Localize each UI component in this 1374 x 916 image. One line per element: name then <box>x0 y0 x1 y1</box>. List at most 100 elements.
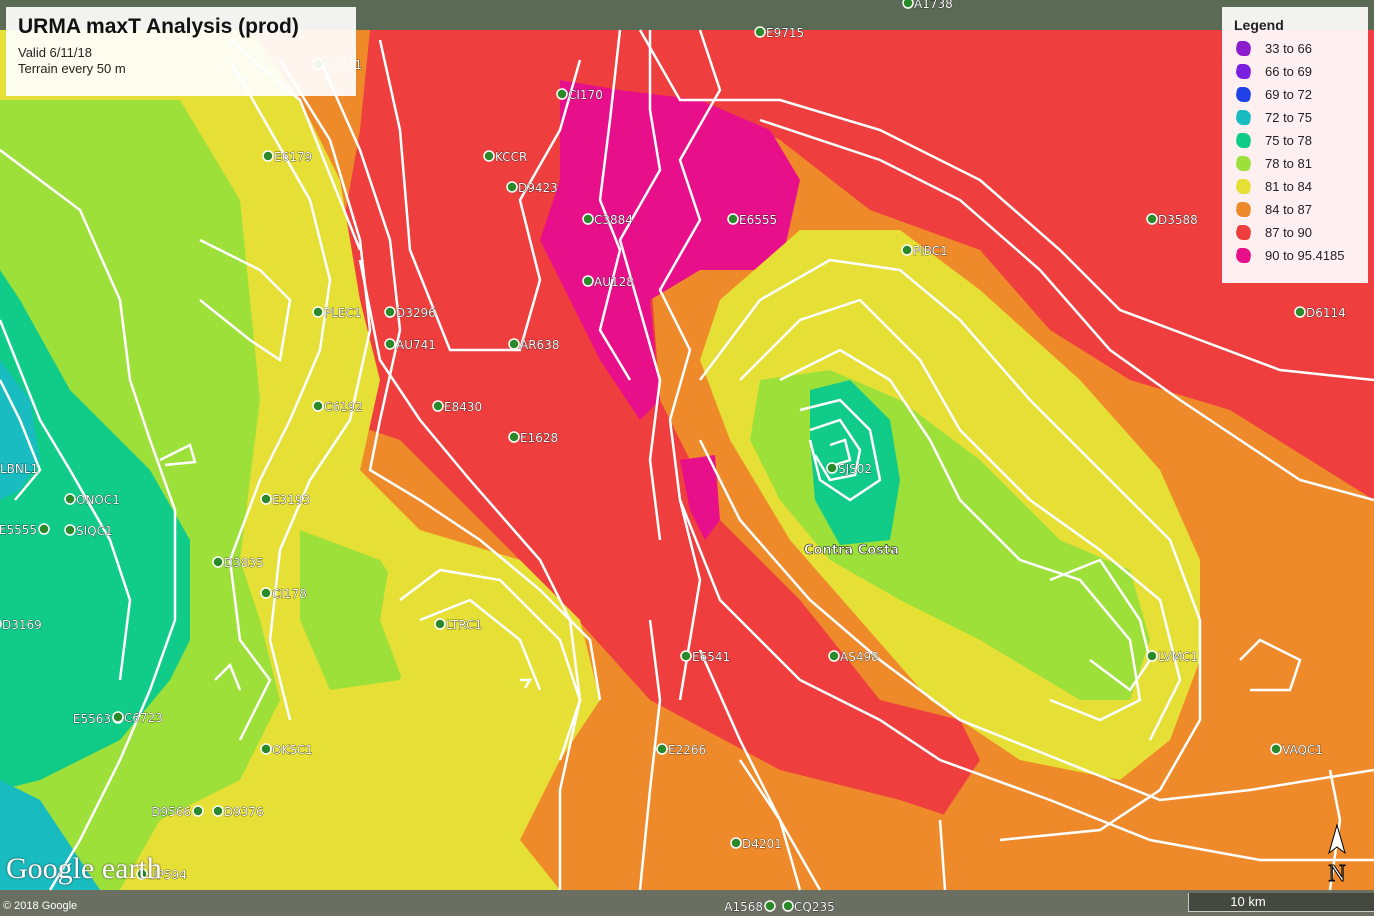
station-label: A1568 <box>724 900 763 914</box>
station-dot-icon[interactable] <box>212 805 224 817</box>
station-label: D6114 <box>1306 306 1346 320</box>
station-dot-icon[interactable] <box>582 213 594 225</box>
valid-date: Valid 6/11/18 <box>18 45 92 60</box>
station-label: AU128 <box>594 275 634 289</box>
station-dot-icon[interactable] <box>260 587 272 599</box>
station-dot-icon[interactable] <box>826 462 838 474</box>
legend-swatch-icon <box>1234 110 1253 125</box>
legend-item: 81 to 84 <box>1228 175 1362 198</box>
station-label: E6541 <box>692 650 730 664</box>
map-canvas[interactable]: E9715A1738E7741CI170E6179KCCRD9423C3884E… <box>0 0 1374 916</box>
legend-label: 66 to 69 <box>1265 64 1312 79</box>
legend-label: 81 to 84 <box>1265 179 1312 194</box>
station-label: D3296 <box>396 306 436 320</box>
station-dot-icon[interactable] <box>112 711 124 723</box>
station-label: LBNL1 <box>0 462 38 476</box>
station-label: LTRC1 <box>446 618 482 632</box>
legend-item: 69 to 72 <box>1228 83 1362 106</box>
station-dot-icon[interactable] <box>902 0 914 9</box>
station-label: CI170 <box>568 88 603 102</box>
station-dot-icon[interactable] <box>384 338 396 350</box>
legend-label: 87 to 90 <box>1265 225 1312 240</box>
legend-item: 72 to 75 <box>1228 106 1362 129</box>
station-dot-icon[interactable] <box>656 743 668 755</box>
station-label: C6192 <box>324 400 363 414</box>
temperature-fill <box>0 30 1374 890</box>
station-dot-icon[interactable] <box>192 805 204 817</box>
legend-label: 75 to 78 <box>1265 133 1312 148</box>
legend-panel: Legend 33 to 66 66 to 69 69 to 72 72 to 75 7… <box>1222 7 1368 283</box>
legend-label: 33 to 66 <box>1265 41 1312 56</box>
station-dot-icon[interactable] <box>901 244 913 256</box>
legend-swatch-icon <box>1234 87 1253 102</box>
station-dot-icon[interactable] <box>262 150 274 162</box>
legend-swatch-icon <box>1234 133 1253 148</box>
legend-label: 84 to 87 <box>1265 202 1312 217</box>
station-dot-icon[interactable] <box>260 743 272 755</box>
station-dot-icon[interactable] <box>1146 213 1158 225</box>
legend-item: 87 to 90 <box>1228 221 1362 244</box>
station-dot-icon[interactable] <box>260 493 272 505</box>
station-dot-icon[interactable] <box>212 556 224 568</box>
station-dot-icon[interactable] <box>64 493 76 505</box>
station-marker[interactable]: D3169 <box>0 618 42 632</box>
station-dot-icon[interactable] <box>508 431 520 443</box>
legend-swatch-icon <box>1234 156 1253 171</box>
station-dot-icon[interactable] <box>582 275 594 287</box>
station-marker[interactable]: LBNL1 <box>0 462 39 477</box>
station-dot-icon[interactable] <box>556 88 568 100</box>
station-label: C6723 <box>124 711 163 725</box>
legend-swatch-icon <box>1234 64 1253 79</box>
station-label: D9376 <box>224 805 264 819</box>
legend-item: 66 to 69 <box>1228 60 1362 83</box>
station-label: KCCR <box>495 150 527 164</box>
station-dot-icon[interactable] <box>432 400 444 412</box>
legend-item: 90 to 95.4185 <box>1228 244 1362 267</box>
compass[interactable]: N <box>1322 823 1352 888</box>
station-label: C3884 <box>594 213 633 227</box>
google-earth-logo: Google earth <box>6 852 162 885</box>
station-label: E8430 <box>444 400 482 414</box>
station-label: ONOC1 <box>76 493 120 507</box>
station-dot-icon[interactable] <box>1146 650 1158 662</box>
station-label: D9423 <box>518 181 558 195</box>
copyright: © 2018 Google <box>3 900 78 912</box>
station-label: PLEC1 <box>324 306 362 320</box>
station-dot-icon[interactable] <box>764 900 776 912</box>
legend-item: 78 to 81 <box>1228 152 1362 175</box>
station-label: PIBC1 <box>913 244 948 258</box>
station-dot-icon[interactable] <box>828 650 840 662</box>
station-label: D9566 <box>151 805 191 819</box>
station-dot-icon[interactable] <box>38 523 50 535</box>
station-dot-icon[interactable] <box>384 306 396 318</box>
station-dot-icon[interactable] <box>434 618 446 630</box>
legend-swatch-icon <box>1234 202 1253 217</box>
station-label: E9715 <box>766 26 804 40</box>
legend-label: 72 to 75 <box>1265 110 1312 125</box>
legend-label: 90 to 95.4185 <box>1265 248 1345 263</box>
station-dot-icon[interactable] <box>727 213 739 225</box>
station-dot-icon[interactable] <box>782 900 794 912</box>
station-label: VAQC1 <box>1282 743 1323 757</box>
station-label: D3169 <box>2 618 42 632</box>
station-dot-icon[interactable] <box>754 26 766 38</box>
station-label: E2266 <box>668 743 706 757</box>
station-dot-icon[interactable] <box>508 338 520 350</box>
legend-swatch-icon <box>1234 225 1253 240</box>
station-dot-icon[interactable] <box>312 400 324 412</box>
station-dot-icon[interactable] <box>730 837 742 849</box>
terrain-note: Terrain every 50 m <box>18 61 126 76</box>
station-dot-icon[interactable] <box>483 150 495 162</box>
title-panel: URMA maxT Analysis (prod) Valid 6/11/18 … <box>6 7 356 96</box>
station-label: SIQC1 <box>76 524 113 538</box>
station-dot-icon[interactable] <box>680 650 692 662</box>
station-dot-icon[interactable] <box>312 306 324 318</box>
station-dot-icon[interactable] <box>1270 743 1282 755</box>
station-dot-icon[interactable] <box>506 181 518 193</box>
legend-heading: Legend <box>1234 17 1284 33</box>
station-dot-icon[interactable] <box>64 524 76 536</box>
station-label: AS498 <box>840 650 879 664</box>
station-label: D3835 <box>224 556 264 570</box>
legend-swatch-icon <box>1234 179 1253 194</box>
station-dot-icon[interactable] <box>1294 306 1306 318</box>
